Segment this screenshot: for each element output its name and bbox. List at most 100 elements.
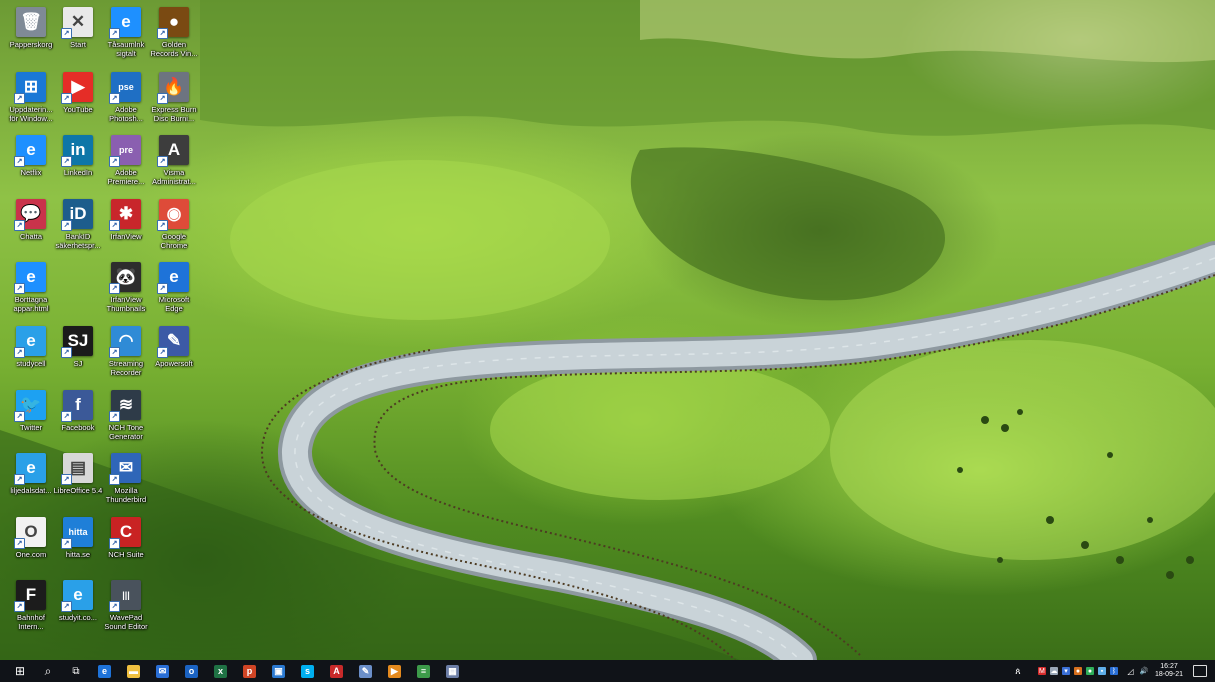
desktop-icon[interactable]: e ↗ Netflix xyxy=(6,135,56,199)
shortcut-arrow-icon: ↗ xyxy=(14,601,25,612)
pinned-apps: e ▬ ✉ o x p ▣ s A ✎ ▶ ≡ ▦ xyxy=(90,664,467,678)
shortcut-arrow-icon: ↗ xyxy=(61,474,72,485)
facebook-icon: f ↗ xyxy=(61,390,93,422)
desktop-icon[interactable]: e ↗ studycell xyxy=(6,326,56,390)
notepad-icon[interactable]: ≡ xyxy=(417,664,430,678)
shortcut-arrow-icon: ↗ xyxy=(61,28,72,39)
chrome-icon: ◉ ↗ xyxy=(157,199,189,231)
shortcut-arrow-icon: ↗ xyxy=(157,156,168,167)
desktop-icon[interactable]: 🐦 ↗ Twitter xyxy=(6,390,56,454)
icon-glyph: 🗑 xyxy=(20,12,42,31)
desktop-icon[interactable]: A ↗ Visma Administrat... xyxy=(149,135,199,199)
desktop-icon[interactable]: 🗑 Papperskorg xyxy=(6,7,56,71)
desktop-icon[interactable]: 💬 ↗ Chatta xyxy=(6,199,56,263)
thunderbird-icon: ✉ ↗ xyxy=(109,453,141,485)
excel-icon[interactable]: x xyxy=(214,664,227,678)
desktop-icon[interactable]: 🐼 ↗ IrfanView Thumbnails xyxy=(101,262,151,326)
desktop-icon[interactable]: ◉ ↗ Google Chrome xyxy=(149,199,199,263)
bankid-icon: iD ↗ xyxy=(61,199,93,231)
desktop-icon-label: YouTube xyxy=(63,105,93,114)
burn-tray-icon[interactable]: ● xyxy=(1073,667,1082,675)
desktop-icon[interactable]: e ↗ studyit.co... xyxy=(53,580,103,644)
desktop-icon-label: LibreOffice 5.4 xyxy=(53,486,103,495)
tray-icons: M ☁ ▾ ● ● ▪ ᛒ xyxy=(1036,667,1120,675)
photos-icon[interactable]: ▣ xyxy=(272,664,285,678)
shortcut-arrow-icon: ↗ xyxy=(61,538,72,549)
sj-icon: SJ ↗ xyxy=(61,326,93,358)
skype-icon[interactable]: s xyxy=(301,664,314,678)
desktop-icon[interactable]: ⊞ ↗ Uppdaterin... för Window... xyxy=(6,72,56,136)
desktop-icon[interactable]: F ↗ Bahnhof Intern... xyxy=(6,580,56,644)
network-icon[interactable]: ◿ xyxy=(1126,667,1135,676)
desktop-icon[interactable]: e ↗ liljedalsdat... xyxy=(6,453,56,517)
nch-suite-icon: C ↗ xyxy=(109,517,141,549)
desktop-icon[interactable]: iD ↗ BankID säkerhetspr... xyxy=(53,199,103,263)
app-tray-icon[interactable]: ● xyxy=(1085,667,1094,675)
desktop-icon[interactable]: ✎ ↗ Apowersoft xyxy=(149,326,199,390)
bluetooth-tray-icon[interactable]: ᛒ xyxy=(1109,667,1118,675)
desktop-icon[interactable]: pre ↗ Adobe Premiere... xyxy=(101,135,151,199)
powerpoint-icon[interactable]: p xyxy=(243,664,256,678)
clock[interactable]: 16:27 18-09-21 xyxy=(1155,663,1183,679)
cloud-tray-icon[interactable]: ▪ xyxy=(1097,667,1106,675)
icon-glyph: ≋ xyxy=(118,395,134,414)
desktop-icon[interactable]: pse ↗ Adobe Photosh... xyxy=(101,72,151,136)
shield-tray-icon[interactable]: ▾ xyxy=(1061,667,1070,675)
desktop-icon-label: BankID säkerhetspr... xyxy=(55,232,101,250)
desktop-icon[interactable]: ✕ ↗ Start xyxy=(53,7,103,71)
desktop-icon[interactable]: C ↗ NCH Suite xyxy=(101,517,151,581)
acrobat-icon[interactable]: A xyxy=(330,664,343,678)
icon-glyph: O xyxy=(24,522,38,541)
start-shortcut-icon: ✕ ↗ xyxy=(61,7,93,39)
shortcut-arrow-icon: ↗ xyxy=(14,474,25,485)
desktop-icon[interactable]: f ↗ Facebook xyxy=(53,390,103,454)
desktop-icon[interactable]: hitta ↗ hitta.se xyxy=(53,517,103,581)
volume-icon[interactable]: 🔊 xyxy=(1139,667,1149,675)
desktop-icon[interactable]: ▤ ↗ LibreOffice 5.4 xyxy=(53,453,103,517)
file-explorer-icon[interactable]: ▬ xyxy=(127,664,140,678)
desktop-icon[interactable]: e ↗ Microsoft Edge xyxy=(149,262,199,326)
desktop-icon[interactable]: e ↗ Tåsaumlnk sigtalt xyxy=(101,7,151,71)
desktop-icon[interactable]: O ↗ One.com xyxy=(6,517,56,581)
edge-taskbar-icon[interactable]: e xyxy=(98,664,111,678)
desktop-icon[interactable]: in ↗ LinkedIn xyxy=(53,135,103,199)
onedrive-tray-icon[interactable]: ☁ xyxy=(1049,667,1058,675)
icon-glyph: ◠ xyxy=(118,331,134,350)
desktop-icon-label: Twitter xyxy=(19,423,43,432)
outlook-icon[interactable]: o xyxy=(185,664,198,678)
shortcut-arrow-icon: ↗ xyxy=(61,601,72,612)
desktop-icon[interactable]: ✱ ↗ IrfanView xyxy=(101,199,151,263)
media-player-icon[interactable]: ▶ xyxy=(388,664,401,678)
golden-records-icon: ● ↗ xyxy=(157,7,189,39)
desktop-icon[interactable]: e ↗ Borttagna appar.html xyxy=(6,262,56,326)
desktop-icon[interactable]: ▶ ↗ YouTube xyxy=(53,72,103,136)
desktop-icon[interactable]: SJ ↗ SJ xyxy=(53,326,103,390)
search-button[interactable]: ⌕ xyxy=(40,663,56,679)
antivirus-tray-icon[interactable]: M xyxy=(1037,667,1046,675)
nch-tone-generator-icon: ≋ ↗ xyxy=(109,390,141,422)
desktop-icon[interactable]: ≋ ↗ NCH Tone Generator xyxy=(101,390,151,454)
irfanview-icon: ✱ ↗ xyxy=(109,199,141,231)
icon-glyph: ▤ xyxy=(69,458,87,477)
desktop-icon[interactable]: 🔥 ↗ Express Burn Disc Burni... xyxy=(149,72,199,136)
desktop-icon[interactable]: ||| ↗ WavePad Sound Editor xyxy=(101,580,151,644)
apowersoft-icon: ✎ ↗ xyxy=(157,326,189,358)
action-center-icon[interactable] xyxy=(1193,665,1207,677)
shortcut-arrow-icon: ↗ xyxy=(109,220,120,231)
desktop-icon-label: Facebook xyxy=(61,423,95,432)
icon-glyph: e xyxy=(73,585,83,604)
desktop-icon[interactable]: ✉ ↗ Mozilla Thunderbird xyxy=(101,453,151,517)
shortcut-arrow-icon: ↗ xyxy=(61,156,72,167)
people-icon[interactable]: ጰ xyxy=(1012,666,1024,676)
task-view-button[interactable]: ⧉ xyxy=(68,663,84,679)
paint-icon[interactable]: ✎ xyxy=(359,664,372,678)
desktop-icon-label: Adobe Premiere... xyxy=(107,168,145,186)
desktop-icon[interactable]: ● ↗ Golden Records Vin... xyxy=(149,7,199,71)
start-button[interactable]: ⊞ xyxy=(12,663,28,679)
calculator-icon[interactable]: ▦ xyxy=(446,664,459,678)
icon-glyph: e xyxy=(26,331,36,350)
mail-icon[interactable]: ✉ xyxy=(156,664,169,678)
desktop-icon[interactable]: ◠ ↗ Streaming Recorder xyxy=(101,326,151,390)
shortcut-arrow-icon: ↗ xyxy=(109,283,120,294)
shortcut-arrow-icon: ↗ xyxy=(157,347,168,358)
